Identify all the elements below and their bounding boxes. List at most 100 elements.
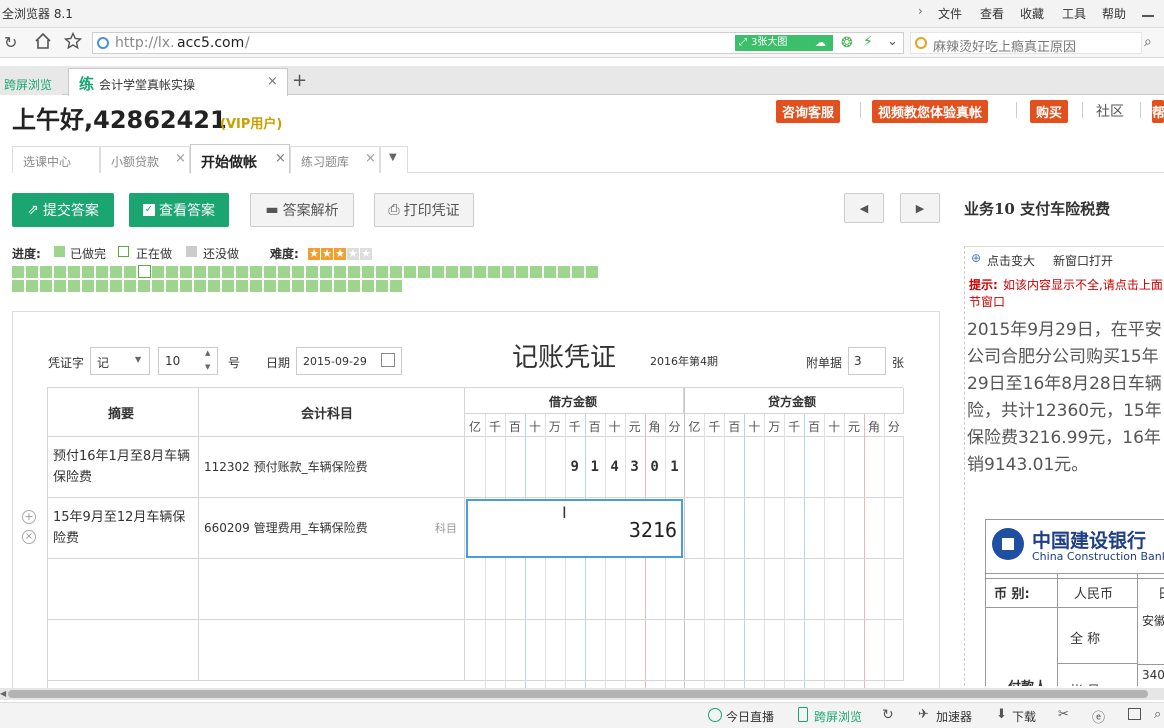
chevron-right-icon[interactable]: › — [918, 4, 923, 18]
progress-square[interactable] — [502, 266, 514, 278]
progress-square[interactable] — [82, 280, 94, 292]
progress-square[interactable] — [306, 280, 318, 292]
consult-service-button[interactable]: 咨询客服 — [776, 100, 841, 123]
progress-square[interactable] — [544, 266, 556, 278]
scroll-left-icon[interactable]: ◀ — [0, 689, 6, 698]
progress-square[interactable] — [152, 266, 164, 278]
progress-square[interactable] — [446, 266, 458, 278]
tab-cross-screen[interactable]: 跨屏浏览 — [0, 69, 62, 95]
progress-square[interactable] — [110, 280, 122, 292]
tab-course-center[interactable]: 选课中心 — [12, 146, 100, 173]
answer-analysis-button[interactable]: ▬ 答案解析 — [250, 193, 354, 227]
search-icon[interactable]: ⌕ — [1144, 34, 1152, 50]
community-link[interactable]: 社区 — [1096, 101, 1124, 121]
row3-amount[interactable] — [465, 559, 904, 620]
progress-square[interactable] — [418, 266, 430, 278]
progress-square[interactable] — [334, 280, 346, 292]
row3-summary[interactable] — [48, 559, 199, 620]
progress-square[interactable] — [40, 266, 52, 278]
progress-square[interactable] — [390, 266, 402, 278]
refresh-circle-icon[interactable]: ↻ — [882, 707, 894, 723]
progress-square[interactable] — [250, 266, 262, 278]
lightning-icon[interactable]: ⚡ — [863, 34, 873, 50]
progress-square[interactable] — [12, 280, 24, 292]
progress-square[interactable] — [12, 266, 24, 278]
new-window-link[interactable]: 新窗口打开 — [1053, 252, 1113, 269]
progress-square[interactable] — [194, 266, 206, 278]
progress-square[interactable] — [222, 280, 234, 292]
star-icon[interactable] — [64, 32, 82, 50]
progress-square[interactable] — [96, 280, 108, 292]
print-voucher-button[interactable]: ⎙ 打印凭证 — [374, 193, 474, 227]
tab-exercise-bank[interactable]: 练习题库 × — [290, 146, 380, 173]
buy-button[interactable]: 购买 — [1030, 100, 1069, 123]
tab-start-accounting[interactable]: 开始做帐 × — [190, 144, 290, 174]
row4-subject[interactable] — [199, 620, 465, 681]
progress-square[interactable] — [208, 266, 220, 278]
progress-square[interactable] — [264, 266, 276, 278]
progress-square[interactable] — [96, 266, 108, 278]
row2-subject[interactable]: 660209 管理费用_车辆保险费 科目 — [199, 498, 465, 559]
progress-square[interactable] — [278, 280, 290, 292]
row2-summary[interactable]: 15年9月至12月车辆保险费 — [48, 498, 199, 559]
row3-subject[interactable] — [199, 559, 465, 620]
progress-square[interactable] — [376, 266, 388, 278]
voucher-number-stepper[interactable]: 10 ▲ ▼ — [158, 347, 218, 375]
search-icon[interactable]: ⌕ — [1154, 707, 1161, 722]
progress-square[interactable] — [208, 280, 220, 292]
progress-square[interactable] — [320, 280, 332, 292]
close-icon[interactable]: × — [365, 151, 376, 166]
caret-down-icon[interactable]: ▼ — [205, 363, 210, 371]
menu-help[interactable]: 帮助 — [1102, 5, 1126, 22]
progress-square[interactable] — [320, 266, 332, 278]
row1-summary[interactable]: 预付16年1月至8月车辆保险费 — [48, 437, 199, 498]
delete-row-icon[interactable]: × — [22, 530, 36, 544]
bigpic-button[interactable]: ⤢ 3张大图 ☁ — [735, 35, 833, 51]
zoom-link[interactable]: 点击变大 — [987, 252, 1035, 269]
scrollbar-thumb[interactable] — [8, 690, 1148, 698]
tools-icon[interactable]: ✂ — [1058, 707, 1069, 722]
minimize-icon[interactable] — [1142, 3, 1154, 17]
progress-square[interactable] — [530, 266, 542, 278]
progress-square[interactable] — [404, 266, 416, 278]
progress-square[interactable] — [236, 266, 248, 278]
chevron-down-icon[interactable]: ⌄ — [887, 34, 898, 49]
home-icon[interactable] — [34, 32, 52, 50]
progress-square[interactable] — [166, 280, 178, 292]
status-live[interactable]: 今日直播 — [726, 708, 774, 725]
progress-square[interactable] — [334, 266, 346, 278]
progress-square[interactable] — [348, 280, 360, 292]
help-button[interactable]: 帮 — [1152, 100, 1164, 123]
progress-square[interactable] — [250, 280, 262, 292]
row1-credit[interactable] — [684, 437, 904, 498]
caret-up-icon[interactable]: ▲ — [205, 349, 210, 357]
progress-square[interactable] — [54, 280, 66, 292]
video-demo-button[interactable]: 视频教您体验真帐 — [872, 100, 989, 123]
close-icon[interactable]: × — [275, 151, 286, 166]
ie-icon[interactable]: ⓔ — [1092, 707, 1105, 726]
row2-debit-input[interactable]: 3216 I — [466, 499, 683, 558]
menu-tools[interactable]: 工具 — [1062, 5, 1086, 22]
menu-file[interactable]: 文件 — [938, 5, 962, 22]
progress-square[interactable] — [110, 266, 122, 278]
attach-input[interactable]: 3 — [848, 347, 886, 375]
search-box[interactable]: 麻辣烫好吃上瘾真正原因 — [910, 32, 1142, 55]
progress-square[interactable] — [362, 266, 374, 278]
close-icon[interactable]: × — [175, 151, 186, 166]
progress-square[interactable] — [68, 266, 80, 278]
progress-square[interactable] — [68, 280, 80, 292]
progress-square[interactable] — [460, 266, 472, 278]
new-tab-icon[interactable]: + — [292, 70, 307, 91]
progress-square[interactable] — [558, 266, 570, 278]
progress-square[interactable] — [222, 266, 234, 278]
progress-square[interactable] — [376, 280, 388, 292]
progress-square[interactable] — [124, 280, 136, 292]
progress-square[interactable] — [390, 280, 402, 292]
progress-square[interactable] — [278, 266, 290, 278]
tab-acc5[interactable]: 练 会计学堂真帐实操 × — [68, 68, 288, 96]
progress-square[interactable] — [194, 280, 206, 292]
voucher-date-input[interactable]: 2015-09-29 — [296, 347, 402, 375]
prev-button[interactable]: ◀ — [844, 193, 884, 223]
address-bar[interactable]: http://lx. acc5.com / ⤢ 3张大图 ☁ ❂ ⚡ ⌄ — [92, 32, 904, 54]
row4-summary[interactable] — [48, 620, 199, 681]
